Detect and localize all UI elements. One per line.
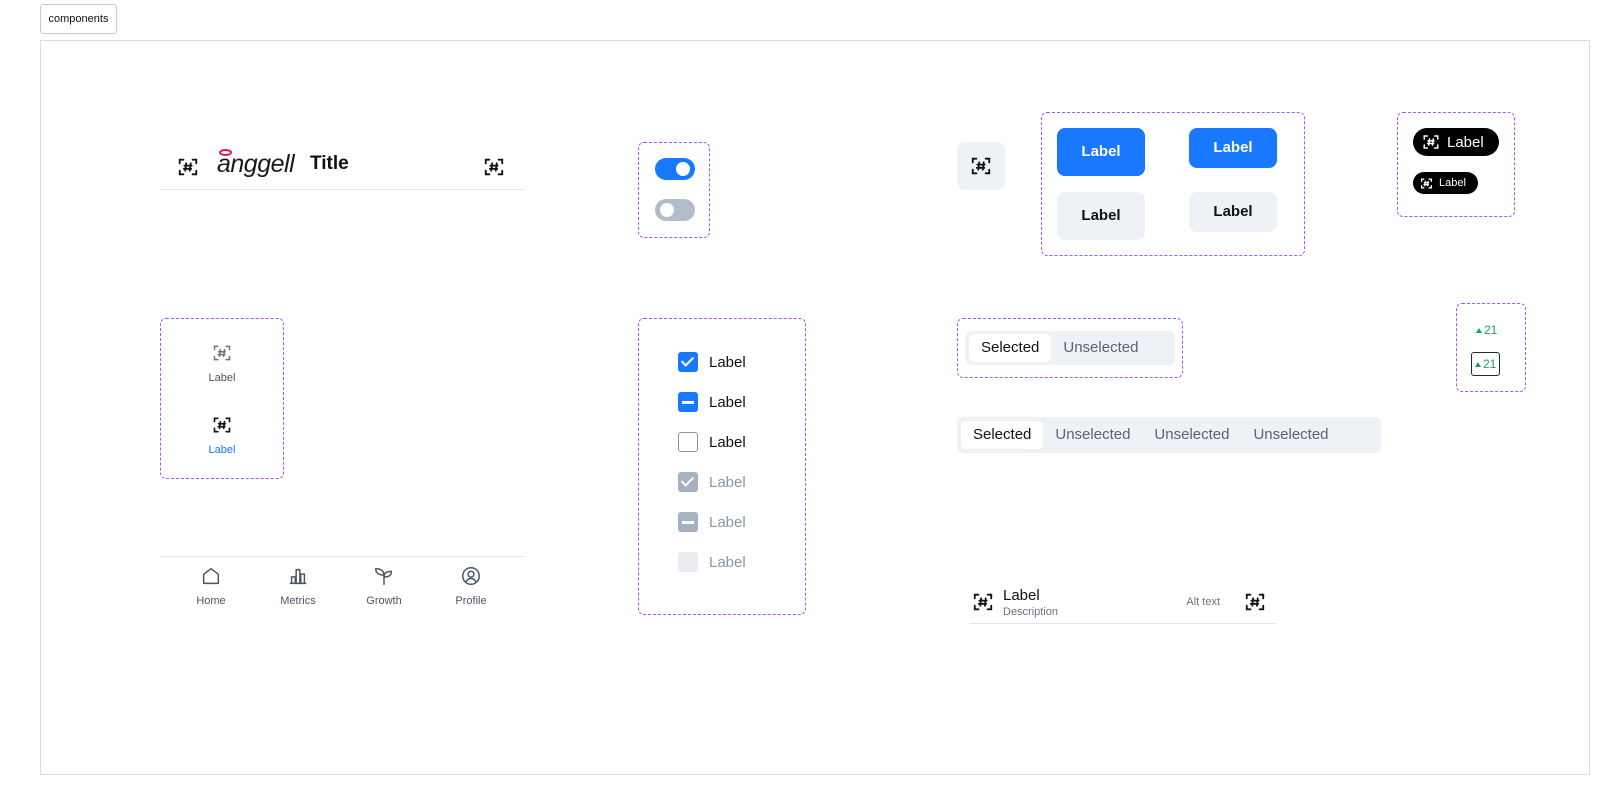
nav-item-label: Growth — [366, 595, 402, 607]
stat-delta: 21 — [1476, 322, 1497, 338]
user-circle-icon — [460, 565, 482, 587]
stat-value: 21 — [1483, 357, 1497, 371]
checkbox-indeterminate[interactable]: Label — [678, 391, 746, 413]
scan-hash-icon — [212, 343, 232, 363]
scan-hash-icon[interactable] — [177, 156, 199, 178]
checkbox-label: Label — [709, 513, 746, 531]
checkbox-unchecked[interactable]: Label — [678, 431, 746, 453]
bottom-navigation: Home Metrics Growth Profile — [160, 556, 524, 612]
toggle-off[interactable] — [655, 199, 695, 221]
checkbox-disabled-unchecked: Label — [678, 551, 746, 573]
chip-large[interactable]: Label — [1413, 128, 1499, 156]
brand-logo: anggell — [217, 150, 295, 178]
scan-hash-icon[interactable] — [1244, 591, 1266, 613]
frame-label-tag[interactable]: components — [40, 4, 117, 34]
checkbox-box — [678, 512, 698, 532]
segmented-control-large: Selected Unselected Unselected Unselecte… — [957, 417, 1381, 453]
stat-badge-group — [1456, 303, 1526, 392]
list-item[interactable]: Label Description Alt text — [970, 582, 1276, 624]
tab-item-label: Label — [208, 444, 236, 456]
checkbox-label: Label — [709, 393, 746, 411]
checkbox-label: Label — [709, 473, 746, 491]
segmented-control-small: Selected Unselected — [965, 331, 1175, 365]
scan-hash-icon — [1422, 133, 1440, 151]
trend-up-icon — [1475, 361, 1481, 367]
tab-item-active[interactable]: Label — [192, 415, 252, 456]
segment-selected[interactable]: Selected — [961, 421, 1044, 449]
checkbox-box — [678, 472, 698, 492]
list-item-label: Label — [1003, 587, 1040, 604]
segment-unselected[interactable]: Unselected — [1142, 421, 1241, 449]
nav-item-growth[interactable]: Growth — [349, 565, 419, 607]
checkbox-disabled-checked: Label — [678, 471, 746, 493]
chip-label: Label — [1439, 177, 1466, 189]
tab-item-label: Label — [208, 372, 236, 384]
nav-item-profile[interactable]: Profile — [436, 565, 506, 607]
toggle-knob — [676, 162, 690, 176]
checkbox-label: Label — [709, 353, 746, 371]
chip-small[interactable]: Label — [1413, 172, 1478, 194]
nav-item-metrics[interactable]: Metrics — [263, 565, 333, 607]
secondary-button-large[interactable]: Label — [1057, 192, 1145, 240]
segment-unselected[interactable]: Unselected — [1241, 421, 1340, 449]
checkbox-box[interactable] — [678, 392, 698, 412]
list-item-description: Description — [1003, 606, 1059, 618]
checkbox-box[interactable] — [678, 432, 698, 452]
nav-item-home[interactable]: Home — [176, 565, 246, 607]
checkbox-disabled-indeterminate: Label — [678, 511, 746, 533]
checkbox-box[interactable] — [678, 352, 698, 372]
segment-selected[interactable]: Selected — [969, 334, 1052, 362]
icon-button[interactable] — [957, 142, 1005, 190]
page-title: Title — [310, 153, 349, 174]
scan-hash-icon — [212, 415, 232, 435]
nav-item-label: Home — [196, 595, 226, 607]
checkbox-box — [678, 552, 698, 572]
toggle-on[interactable] — [655, 158, 695, 180]
primary-button-small[interactable]: Label — [1189, 128, 1277, 168]
stat-delta-boxed: 21 — [1471, 352, 1501, 376]
scan-hash-icon — [972, 591, 994, 613]
trend-up-icon — [1476, 327, 1482, 333]
checkbox-checked[interactable]: Label — [678, 351, 746, 373]
secondary-button-small[interactable]: Label — [1189, 192, 1277, 232]
nav-item-label: Profile — [455, 595, 487, 607]
stat-value: 21 — [1484, 323, 1498, 337]
tab-item-default[interactable]: Label — [192, 343, 252, 384]
nav-item-label: Metrics — [280, 595, 316, 607]
checkbox-label: Label — [709, 553, 746, 571]
scan-hash-icon — [1420, 177, 1433, 190]
scan-hash-icon[interactable] — [483, 156, 505, 178]
list-item-alt-text: Alt text — [1186, 596, 1220, 608]
toggle-knob — [660, 203, 674, 217]
checkbox-label: Label — [709, 433, 746, 451]
app-header: anggell Title — [160, 146, 524, 190]
home-icon — [200, 565, 222, 587]
segment-unselected[interactable]: Unselected — [1051, 334, 1150, 362]
segment-unselected[interactable]: Unselected — [1043, 421, 1142, 449]
sprout-icon — [373, 565, 395, 587]
scan-hash-icon — [970, 155, 992, 177]
chip-label: Label — [1447, 133, 1484, 151]
primary-button-large[interactable]: Label — [1057, 128, 1145, 176]
bar-chart-icon — [287, 565, 309, 587]
toggle-group — [638, 142, 710, 238]
